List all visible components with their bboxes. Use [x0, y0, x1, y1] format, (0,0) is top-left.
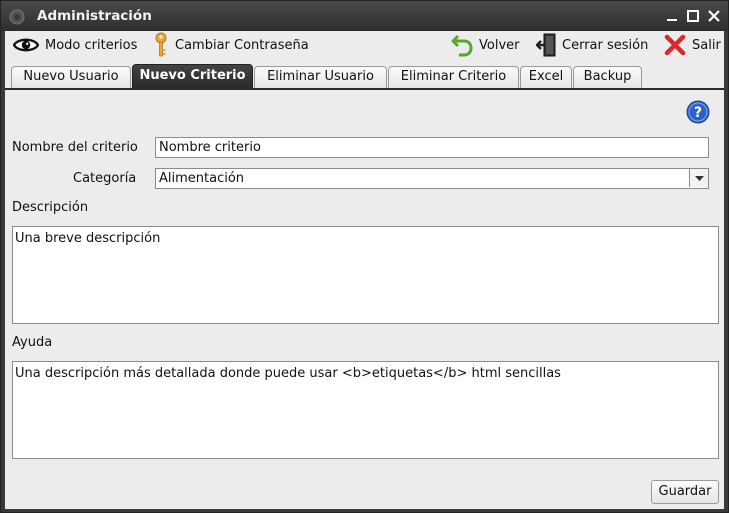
title-bar: Administración [1, 1, 728, 31]
descripcion-textarea[interactable]: Una breve descripción [12, 226, 719, 324]
tab-nuevo-usuario[interactable]: Nuevo Usuario [11, 66, 131, 88]
exit-x-icon [664, 34, 686, 56]
close-window-icon[interactable] [705, 7, 723, 25]
help-icon[interactable]: ? [686, 100, 710, 124]
categoria-select[interactable]: Alimentación [155, 168, 709, 189]
descripcion-label: Descripción [12, 200, 89, 215]
toolbar: Modo criterios Cambiar Contraseña Volver [5, 31, 724, 61]
modo-criterios-label: Modo criterios [45, 37, 138, 53]
eye-icon [13, 38, 39, 52]
salir-button[interactable]: Salir [664, 31, 721, 59]
volver-button[interactable]: Volver [451, 31, 520, 59]
administration-window: Administración Modo criterios Cambiar Co… [0, 0, 729, 513]
tab-bar: Nuevo Usuario Nuevo Criterio Eliminar Us… [5, 61, 724, 89]
maximize-icon[interactable] [684, 7, 702, 25]
tab-eliminar-usuario[interactable]: Eliminar Usuario [254, 66, 387, 88]
tab-eliminar-criterio[interactable]: Eliminar Criterio [388, 66, 519, 88]
chevron-down-icon[interactable] [689, 169, 708, 187]
volver-label: Volver [479, 37, 520, 53]
nombre-criterio-label: Nombre del criterio [12, 140, 138, 155]
ayuda-label: Ayuda [12, 335, 53, 350]
back-arrow-icon [451, 34, 473, 57]
cambiar-contrasena-label: Cambiar Contraseña [175, 37, 309, 53]
tab-backup[interactable]: Backup [573, 66, 642, 88]
categoria-label: Categoría [73, 171, 137, 186]
cambiar-contrasena-button[interactable]: Cambiar Contraseña [153, 31, 309, 59]
logout-door-icon [536, 33, 556, 57]
window-title: Administración [37, 8, 152, 24]
minimize-icon[interactable] [663, 7, 681, 25]
nombre-criterio-input[interactable]: Nombre criterio [155, 137, 709, 158]
key-icon [155, 32, 167, 57]
app-icon [9, 9, 25, 25]
ayuda-textarea[interactable]: Una descripción más detallada donde pued… [12, 361, 719, 459]
nuevo-criterio-panel: ? Nombre del criterio Nombre criterio Ca… [5, 88, 724, 509]
categoria-selected-value: Alimentación [159, 171, 245, 186]
tab-excel[interactable]: Excel [520, 66, 572, 88]
tab-nuevo-criterio[interactable]: Nuevo Criterio [132, 64, 253, 88]
guardar-button[interactable]: Guardar [651, 480, 719, 504]
salir-label: Salir [692, 37, 721, 53]
cerrar-sesion-label: Cerrar sesión [562, 37, 649, 53]
modo-criterios-button[interactable]: Modo criterios [13, 31, 137, 59]
cerrar-sesion-button[interactable]: Cerrar sesión [536, 31, 648, 59]
svg-text:?: ? [694, 105, 702, 121]
